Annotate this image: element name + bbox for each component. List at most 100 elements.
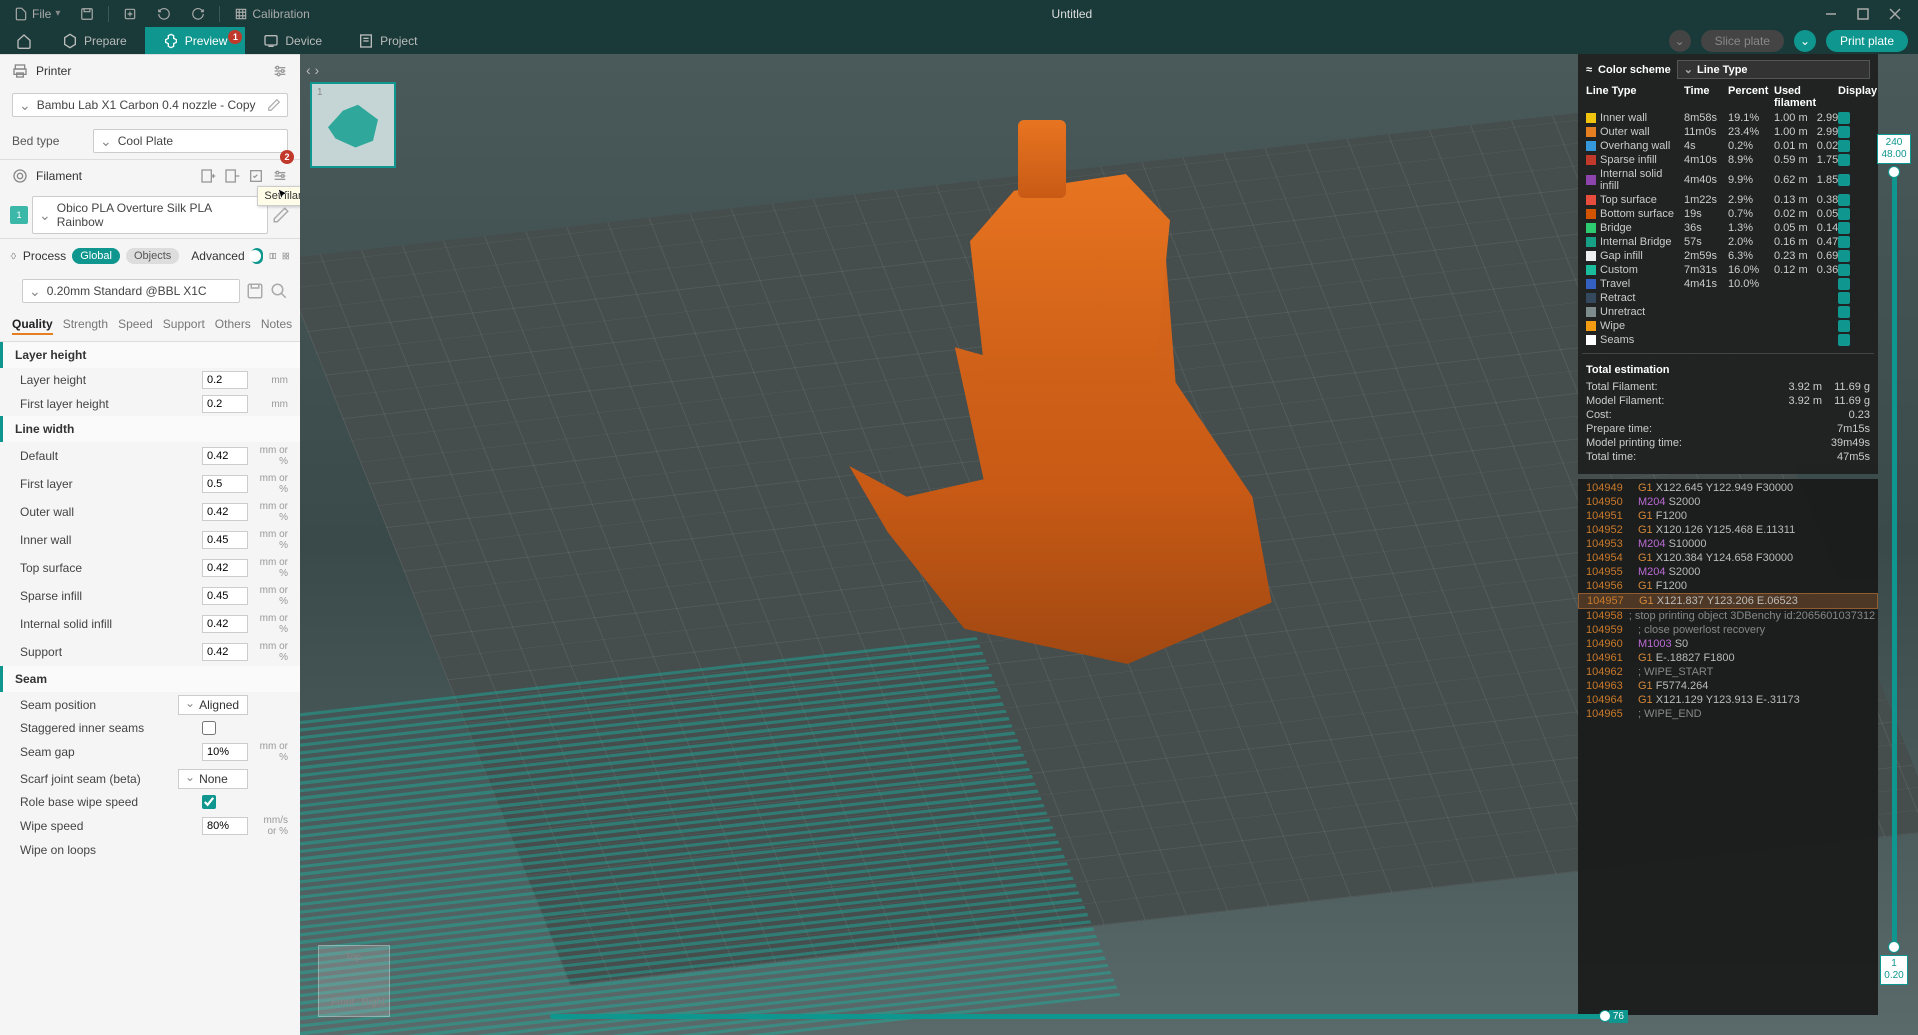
cs-display-toggle[interactable] <box>1838 154 1850 166</box>
remove-filament-icon[interactable] <box>224 168 240 184</box>
file-menu[interactable]: File ▾ <box>4 3 70 25</box>
cs-display-toggle[interactable] <box>1838 194 1850 206</box>
advanced-toggle[interactable] <box>251 248 263 264</box>
setting-input[interactable] <box>202 531 248 549</box>
objects-pill[interactable]: Objects <box>126 248 179 264</box>
cs-display-toggle[interactable] <box>1838 334 1850 346</box>
process-tab-strength[interactable]: Strength <box>63 315 108 335</box>
tab-device[interactable]: Device <box>245 27 340 54</box>
gcode-line-104962[interactable]: 104962; WIPE_START <box>1578 665 1878 679</box>
cs-display-toggle[interactable] <box>1838 306 1850 318</box>
edit-icon[interactable] <box>267 98 281 112</box>
compare-icon[interactable] <box>269 247 277 265</box>
setting-input[interactable] <box>202 447 248 465</box>
gcode-line-104955[interactable]: 104955M204 S2000 <box>1578 565 1878 579</box>
gcode-line-104954[interactable]: 104954G1 X120.384 Y124.658 F30000 <box>1578 551 1878 565</box>
gcode-line-104961[interactable]: 104961G1 E-.18827 F1800 <box>1578 651 1878 665</box>
setting-input[interactable] <box>202 475 248 493</box>
setting-input[interactable] <box>202 371 248 389</box>
cs-display-toggle[interactable] <box>1838 174 1850 186</box>
process-tab-speed[interactable]: Speed <box>118 315 153 335</box>
tab-home[interactable] <box>4 27 44 54</box>
cs-display-toggle[interactable] <box>1838 140 1850 152</box>
gcode-line-104959[interactable]: 104959; close powerlost recovery <box>1578 623 1878 637</box>
gcode-line-104951[interactable]: 104951G1 F1200 <box>1578 509 1878 523</box>
filament-settings-icon[interactable] <box>272 168 288 184</box>
print-plate-button[interactable]: Print plate <box>1826 30 1908 52</box>
filament-swatch-1[interactable]: 1 <box>10 206 28 224</box>
export-button[interactable] <box>113 3 147 25</box>
process-tab-quality[interactable]: Quality <box>12 315 53 335</box>
save-button[interactable] <box>70 3 104 25</box>
cs-display-toggle[interactable] <box>1838 320 1850 332</box>
process-layout-icon[interactable] <box>282 247 290 265</box>
cs-display-toggle[interactable] <box>1838 250 1850 262</box>
color-scheme-dropdown[interactable]: Line Type <box>1677 60 1870 79</box>
setting-input[interactable] <box>202 395 248 413</box>
undo-button[interactable] <box>147 3 181 25</box>
cs-display-toggle[interactable] <box>1838 292 1850 304</box>
preset-save-icon[interactable] <box>246 282 264 300</box>
filament-edit-icon[interactable] <box>272 206 290 224</box>
setting-input[interactable] <box>202 615 248 633</box>
setting-input[interactable] <box>202 587 248 605</box>
bed-type-dropdown[interactable]: Cool Plate <box>93 129 288 153</box>
slice-plate-button[interactable]: Slice plate <box>1701 30 1784 52</box>
setting-dropdown[interactable]: None <box>178 769 248 789</box>
tab-prepare[interactable]: Prepare <box>44 27 145 54</box>
hslider-thumb[interactable] <box>1599 1010 1611 1022</box>
cs-display-toggle[interactable] <box>1838 236 1850 248</box>
gcode-panel[interactable]: 104949G1 X122.645 Y122.949 F30000104950M… <box>1578 479 1878 1015</box>
cs-display-toggle[interactable] <box>1838 222 1850 234</box>
axis-widget[interactable]: Top Front Right <box>318 945 390 1017</box>
gcode-line-104958[interactable]: 104958; stop printing object 3DBenchy id… <box>1578 609 1878 623</box>
gcode-line-104950[interactable]: 104950M204 S2000 <box>1578 495 1878 509</box>
cs-display-toggle[interactable] <box>1838 126 1850 138</box>
gcode-line-104957[interactable]: 104957G1 X121.837 Y123.206 E.06523 <box>1578 593 1878 609</box>
collapse-icon[interactable]: ≈ <box>1586 64 1592 76</box>
vslider-thumb-top[interactable] <box>1888 166 1900 178</box>
cs-display-toggle[interactable] <box>1838 112 1850 124</box>
close-button[interactable] <box>1888 7 1902 21</box>
gcode-line-104953[interactable]: 104953M204 S10000 <box>1578 537 1878 551</box>
group-header-layer-height[interactable]: Layer height <box>0 342 300 368</box>
process-tab-notes[interactable]: Notes <box>261 315 292 335</box>
process-tab-others[interactable]: Others <box>215 315 251 335</box>
process-tab-support[interactable]: Support <box>163 315 205 335</box>
horizontal-slider[interactable]: 76 <box>550 1009 1628 1023</box>
setting-checkbox[interactable] <box>202 721 216 735</box>
tab-project[interactable]: Project <box>340 27 435 54</box>
sync-filament-icon[interactable] <box>248 168 264 184</box>
cs-display-toggle[interactable] <box>1838 208 1850 220</box>
setting-dropdown[interactable]: Aligned <box>178 695 248 715</box>
gcode-line-104949[interactable]: 104949G1 X122.645 Y122.949 F30000 <box>1578 481 1878 495</box>
group-header-seam[interactable]: Seam <box>0 666 300 692</box>
maximize-button[interactable] <box>1856 7 1870 21</box>
gcode-line-104964[interactable]: 104964G1 X121.129 Y123.913 E-.31173 <box>1578 693 1878 707</box>
cs-display-toggle[interactable] <box>1838 278 1850 290</box>
calibration-button[interactable]: Calibration <box>224 3 319 25</box>
redo-button[interactable] <box>181 3 215 25</box>
group-header-line-width[interactable]: Line width <box>0 416 300 442</box>
minimize-button[interactable] <box>1824 7 1838 21</box>
gcode-line-104963[interactable]: 104963G1 F5774.264 <box>1578 679 1878 693</box>
viewport-3d[interactable]: ‹ › 1 Top Front Right ≈ Color scheme Lin… <box>300 54 1918 1035</box>
filament-1-dropdown[interactable]: Obico PLA Overture Silk PLA Rainbow <box>32 196 268 234</box>
vertical-slider[interactable]: 24048.00 10.20 <box>1876 134 1912 985</box>
printer-preset-dropdown[interactable]: Bambu Lab X1 Carbon 0.4 nozzle - Copy <box>12 93 288 117</box>
add-filament-icon[interactable] <box>200 168 216 184</box>
gcode-line-104956[interactable]: 104956G1 F1200 <box>1578 579 1878 593</box>
print-dropdown[interactable]: ⌄ <box>1794 30 1816 52</box>
global-pill[interactable]: Global <box>72 248 120 264</box>
slice-dropdown[interactable]: ⌄ <box>1669 30 1691 52</box>
preset-search-icon[interactable] <box>270 282 288 300</box>
setting-input[interactable] <box>202 817 248 835</box>
gcode-line-104965[interactable]: 104965; WIPE_END <box>1578 707 1878 721</box>
setting-input[interactable] <box>202 503 248 521</box>
printer-settings-icon[interactable] <box>272 63 288 79</box>
gcode-line-104952[interactable]: 104952G1 X120.126 Y125.468 E.11311 <box>1578 523 1878 537</box>
setting-input[interactable] <box>202 643 248 661</box>
tab-preview[interactable]: Preview1 <box>145 27 246 54</box>
process-preset-dropdown[interactable]: 0.20mm Standard @BBL X1C <box>22 279 240 303</box>
setting-input[interactable] <box>202 559 248 577</box>
